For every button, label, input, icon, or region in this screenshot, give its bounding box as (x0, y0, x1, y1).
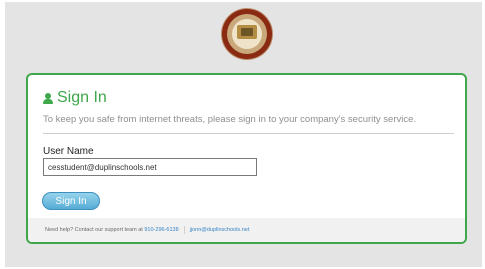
username-input[interactable] (43, 158, 257, 176)
sign-in-description: To keep you safe from internet threats, … (43, 114, 417, 125)
sign-in-card: Sign In To keep you safe from internet t… (26, 73, 467, 244)
support-phone-link[interactable]: 910-296-6138 (144, 227, 178, 233)
support-footer: Need help? Contact our support team at 9… (28, 218, 465, 242)
username-label: User Name (43, 146, 94, 157)
divider (43, 133, 454, 134)
support-email-link[interactable]: jjonn@duplinschools.net (190, 227, 250, 233)
footer-separator (183, 226, 185, 234)
sign-in-button[interactable]: Sign In (42, 192, 100, 210)
sign-in-header: Sign In (43, 89, 107, 107)
help-text: Need help? Contact our support team at (45, 227, 143, 233)
sign-in-title: Sign In (57, 89, 107, 106)
user-icon (43, 92, 53, 104)
school-seal-logo (222, 9, 272, 59)
